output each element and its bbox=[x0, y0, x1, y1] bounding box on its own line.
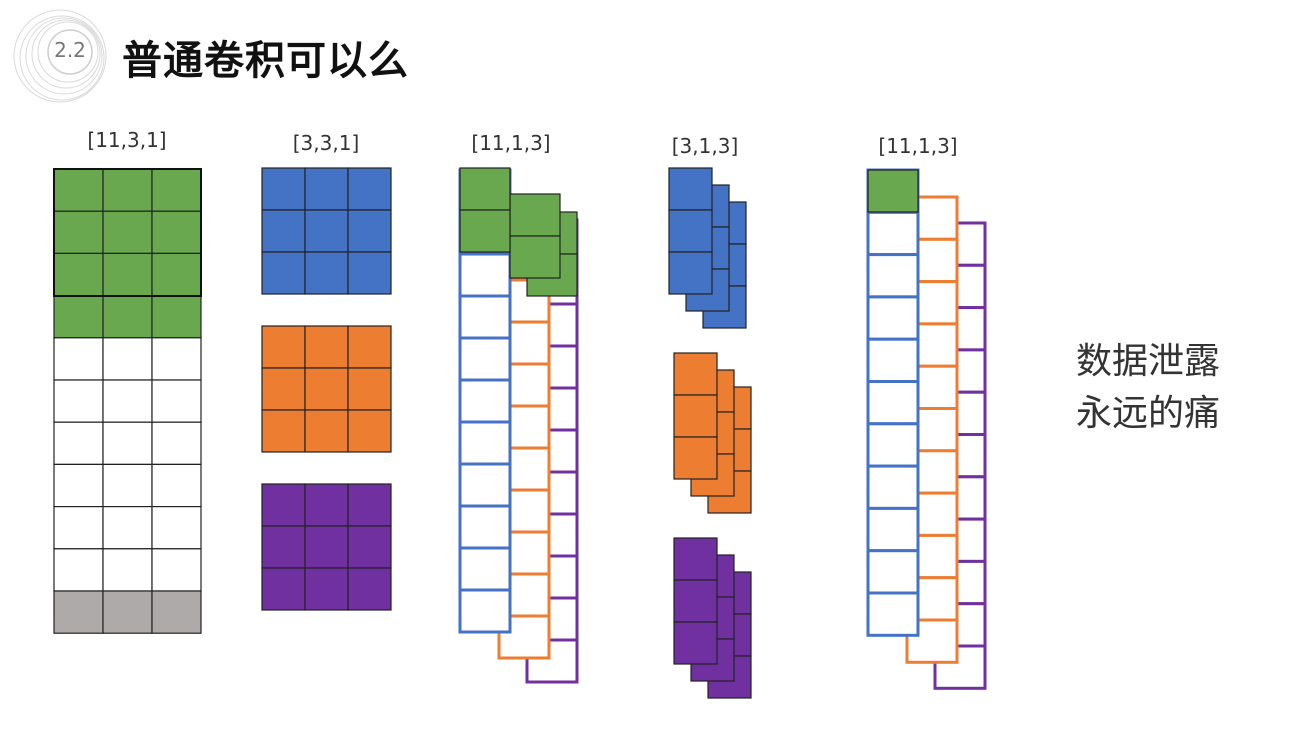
input-cell bbox=[151, 252, 202, 297]
window-cell bbox=[459, 167, 511, 211]
input-cell bbox=[53, 421, 104, 466]
input-cell bbox=[151, 506, 202, 550]
kernel-cell-blue bbox=[347, 209, 392, 253]
input-cell bbox=[102, 548, 153, 592]
channel1-cell bbox=[866, 464, 920, 510]
input-cell bbox=[102, 506, 153, 550]
input-transposed-stack bbox=[458, 167, 579, 684]
input-cell bbox=[151, 548, 202, 592]
channel1-cell bbox=[866, 337, 920, 384]
input-cell bbox=[151, 379, 202, 423]
channel1-cell bbox=[458, 420, 512, 466]
channel1-cell bbox=[866, 210, 920, 257]
input-cell bbox=[151, 168, 202, 212]
input-cell bbox=[53, 252, 104, 297]
input-cell bbox=[151, 590, 202, 634]
input-cell bbox=[53, 168, 104, 212]
input-cell bbox=[151, 463, 202, 508]
kernel-cell-purple bbox=[261, 483, 306, 527]
kernel-stack-cell-orange bbox=[673, 352, 718, 396]
input-cell bbox=[102, 337, 153, 381]
kernel-cell-blue bbox=[304, 251, 349, 295]
kernel-cell-orange bbox=[347, 409, 392, 453]
window-cell bbox=[867, 169, 919, 213]
input-grid-11x3 bbox=[53, 168, 202, 634]
kernel-stack-cell-blue bbox=[668, 251, 713, 295]
kernel-cell-purple bbox=[304, 483, 349, 527]
kernel-cell-purple bbox=[347, 483, 392, 527]
kernel-cell-orange bbox=[347, 367, 392, 411]
channel1-cell bbox=[866, 380, 920, 426]
kernel-cell-blue bbox=[261, 167, 306, 211]
channel1-cell bbox=[458, 504, 512, 550]
kernel-cell-blue bbox=[347, 251, 392, 295]
kernel-cell-blue bbox=[304, 167, 349, 211]
kernel-cell-orange bbox=[304, 409, 349, 453]
window-cell bbox=[459, 209, 511, 253]
input-cell bbox=[53, 295, 104, 339]
kernel-cell-orange bbox=[304, 325, 349, 369]
input-cell bbox=[151, 295, 202, 339]
input-cell bbox=[151, 210, 202, 254]
input-cell bbox=[53, 337, 104, 381]
kernel-stack-cell-orange bbox=[673, 436, 718, 480]
channel1-cell bbox=[866, 295, 920, 341]
kernel-cell-blue bbox=[261, 209, 306, 253]
kernel-cell-orange bbox=[261, 409, 306, 453]
input-cell bbox=[151, 421, 202, 466]
channel1-cell bbox=[458, 252, 512, 298]
kernel-cell-purple bbox=[261, 525, 306, 569]
input-cell bbox=[102, 421, 153, 466]
kernel-cell-purple bbox=[347, 525, 392, 569]
input-cell bbox=[151, 337, 202, 381]
input-cell bbox=[102, 590, 153, 634]
channel1-cell bbox=[866, 506, 920, 553]
input-cell bbox=[53, 210, 104, 254]
channel1-cell bbox=[458, 378, 512, 424]
kernel-cell-purple bbox=[261, 567, 306, 611]
kernel-cell-orange bbox=[261, 367, 306, 411]
kernel-stack-cell-purple bbox=[673, 621, 718, 665]
input-cell bbox=[102, 210, 153, 254]
kernel-stack-cell-purple bbox=[673, 579, 718, 623]
channel1-cell bbox=[458, 462, 512, 508]
kernel-cell-purple bbox=[304, 525, 349, 569]
input-cell bbox=[53, 590, 104, 634]
convolution-diagram bbox=[53, 167, 987, 699]
kernel-transposed-stacks bbox=[668, 167, 752, 699]
window-cell bbox=[509, 193, 561, 237]
input-cell bbox=[53, 463, 104, 508]
window-cell bbox=[509, 235, 561, 279]
kernel-stack-cell-blue bbox=[668, 167, 713, 211]
channel1-cell bbox=[458, 588, 512, 634]
channel1-cell bbox=[866, 422, 920, 468]
kernel-cell-blue bbox=[347, 167, 392, 211]
kernel-stack-cell-orange bbox=[673, 394, 718, 438]
input-cell bbox=[53, 379, 104, 423]
kernel-cell-blue bbox=[304, 209, 349, 253]
kernel-cell-purple bbox=[347, 567, 392, 611]
channel1-cell bbox=[866, 591, 920, 637]
input-cell bbox=[53, 506, 104, 550]
input-cell bbox=[102, 463, 153, 508]
kernel-cell-blue bbox=[261, 251, 306, 295]
kernel-stack-cell-purple bbox=[673, 537, 718, 581]
channel1-cell bbox=[866, 549, 920, 595]
input-cell bbox=[102, 379, 153, 423]
kernel-stack-cell-blue bbox=[668, 209, 713, 253]
channel1-cell bbox=[458, 336, 512, 382]
input-cell bbox=[102, 295, 153, 339]
input-cell bbox=[102, 168, 153, 212]
channel1-cell bbox=[458, 546, 512, 592]
kernel-cell-orange bbox=[304, 367, 349, 411]
channel1-cell bbox=[866, 253, 920, 299]
kernel-cell-orange bbox=[261, 325, 306, 369]
channel1-cell bbox=[458, 294, 512, 340]
input-transposed-stack-2 bbox=[866, 168, 987, 690]
kernel-cell-purple bbox=[304, 567, 349, 611]
input-cell bbox=[53, 548, 104, 592]
kernel-cell-orange bbox=[347, 325, 392, 369]
kernel-grids-3x3 bbox=[261, 167, 392, 611]
input-cell bbox=[102, 252, 153, 297]
